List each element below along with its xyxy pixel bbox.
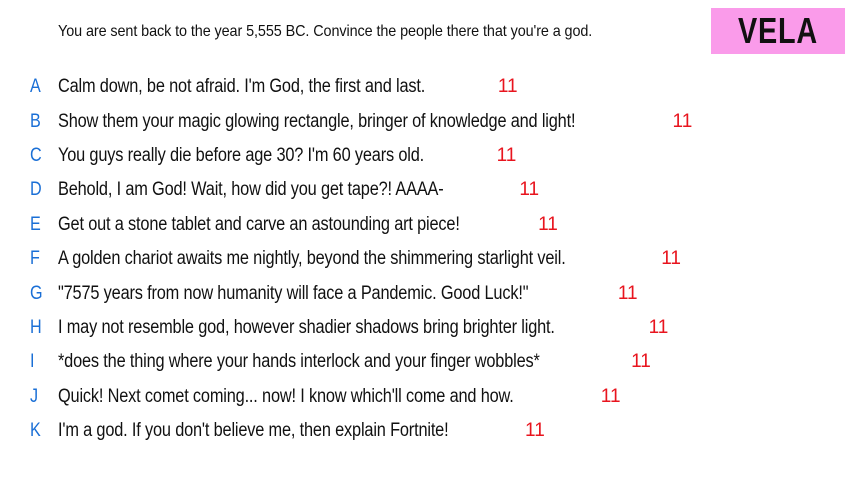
vote-count: 11 — [496, 144, 517, 166]
player-name-badge: VELA — [711, 8, 845, 54]
player-name-label: VELA — [737, 10, 818, 51]
answer-item[interactable]: F A golden chariot awaits me nightly, be… — [30, 242, 692, 276]
answer-item[interactable]: A Calm down, be not afraid. I'm God, the… — [30, 70, 692, 104]
vote-count: 11 — [648, 316, 669, 338]
answer-letter: E — [30, 213, 41, 235]
answer-letter: F — [30, 248, 40, 270]
answer-item[interactable]: J Quick! Next comet coming... now! I kno… — [30, 380, 692, 414]
answer-item[interactable]: B Show them your magic glowing rectangle… — [30, 104, 692, 138]
vote-count: 11 — [600, 385, 621, 407]
vote-count: 11 — [661, 248, 681, 270]
answer-letter: J — [30, 385, 39, 407]
answer-list: A Calm down, be not afraid. I'm God, the… — [30, 70, 692, 448]
answer-item[interactable]: G "7575 years from now humanity will fac… — [30, 276, 692, 310]
answer-letter: K — [30, 420, 41, 442]
answer-text: Get out a stone tablet and carve an asto… — [58, 213, 460, 235]
vote-count: 11 — [631, 351, 651, 373]
answer-text: Calm down, be not afraid. I'm God, the f… — [58, 76, 426, 98]
answer-text: Behold, I am God! Wait, how did you get … — [58, 179, 444, 201]
answer-item[interactable]: D Behold, I am God! Wait, how did you ge… — [30, 173, 692, 207]
answer-item[interactable]: K I'm a god. If you don't believe me, th… — [30, 414, 692, 448]
answer-text: Quick! Next comet coming... now! I know … — [58, 385, 514, 407]
answer-text: You guys really die before age 30? I'm 6… — [58, 144, 425, 166]
answer-letter: A — [30, 76, 41, 98]
answer-letter: C — [30, 144, 42, 166]
answer-letter: B — [30, 110, 41, 132]
vote-count: 11 — [617, 282, 638, 304]
answer-text: I'm a god. If you don't believe me, then… — [58, 420, 449, 442]
answer-item[interactable]: H I may not resemble god, however shadie… — [30, 311, 692, 345]
answer-letter: H — [30, 316, 42, 338]
vote-count: 11 — [525, 420, 545, 442]
answer-text: *does the thing where your hands interlo… — [58, 351, 540, 373]
answer-letter: D — [30, 179, 42, 201]
answer-text: A golden chariot awaits me nightly, beyo… — [58, 248, 566, 270]
answer-text: I may not resemble god, however shadier … — [58, 316, 555, 338]
answer-text: "7575 years from now humanity will face … — [58, 282, 529, 304]
vote-count: 11 — [538, 213, 558, 235]
answer-text: Show them your magic glowing rectangle, … — [58, 110, 576, 132]
question-prompt: You are sent back to the year 5,555 BC. … — [58, 23, 593, 40]
answer-item[interactable]: C You guys really die before age 30? I'm… — [30, 139, 692, 173]
answer-item[interactable]: I *does the thing where your hands inter… — [30, 345, 692, 379]
vote-count: 11 — [672, 110, 693, 132]
answer-letter: I — [30, 351, 35, 373]
answer-item[interactable]: E Get out a stone tablet and carve an as… — [30, 208, 692, 242]
answer-letter: G — [30, 282, 43, 304]
vote-count: 11 — [519, 179, 540, 201]
vote-count: 11 — [497, 76, 518, 98]
